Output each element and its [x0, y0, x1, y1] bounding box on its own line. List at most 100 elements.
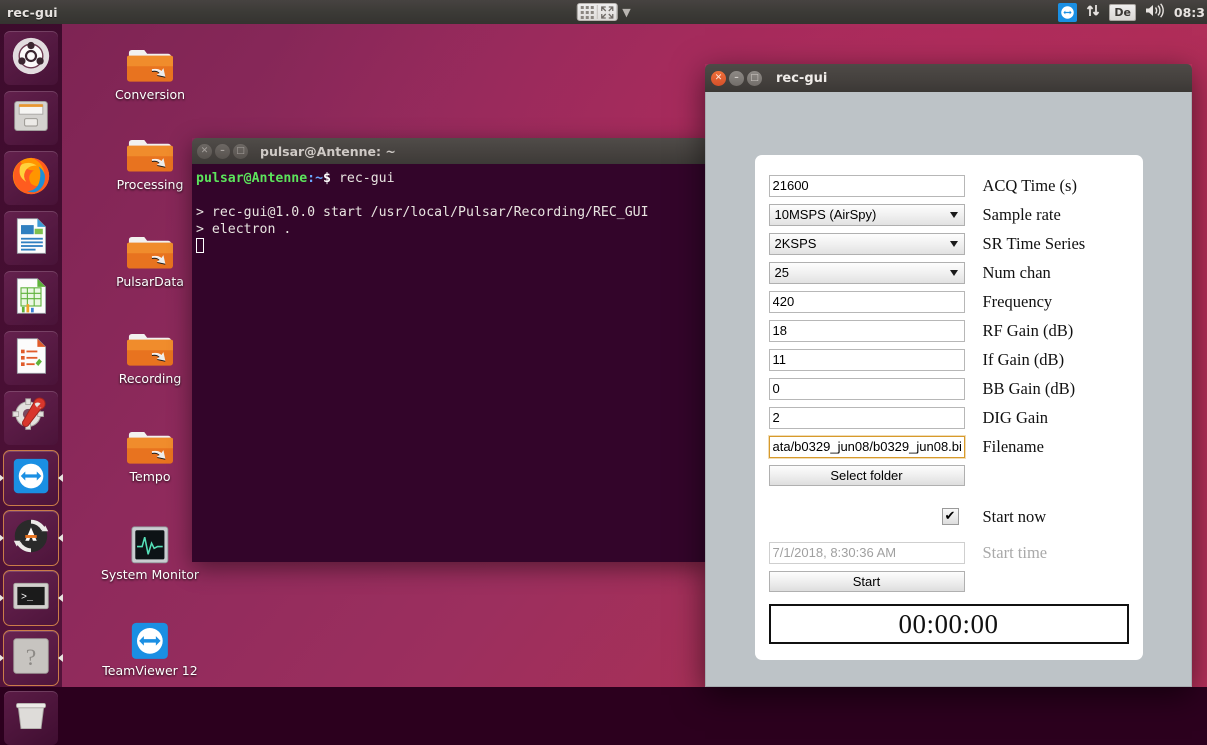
sr-time-series-select[interactable]: 2KSPS	[768, 232, 965, 255]
num-chan-select[interactable]: 25	[768, 261, 965, 284]
running-indicator-left	[0, 654, 4, 662]
bb-gain-control	[768, 377, 967, 400]
recgui-window[interactable]: ✕ – □ rec-gui ACQ Time (s) 10MSPS (AirSp…	[705, 64, 1192, 687]
launcher-item-help[interactable]: ?	[0, 630, 63, 686]
launcher-item-libreoffice-calc[interactable]	[4, 271, 58, 325]
top-panel: rec-gui ▼ De 08:3	[0, 0, 1207, 24]
launcher-item-files[interactable]	[4, 91, 58, 145]
num-chan-selected-value: 25	[774, 265, 789, 280]
terminal-prompt-user: pulsar@Antenne	[196, 171, 308, 186]
start-now-label: Start now	[982, 506, 1047, 526]
filename-input[interactable]	[768, 435, 965, 458]
launcher-item-settings-tools[interactable]	[4, 391, 58, 445]
recgui-minimize-button[interactable]: –	[729, 70, 744, 86]
start-time-control	[768, 541, 967, 564]
bb-gain-row: BB Gain (dB)	[768, 374, 1129, 403]
terminal-cursor	[196, 238, 204, 253]
terminal-titlebar[interactable]: ✕ – □ pulsar@Antenne: ~	[192, 138, 708, 164]
launcher-item-ubuntu-dash[interactable]	[4, 31, 58, 85]
chevron-down-icon	[949, 211, 958, 218]
frequency-input[interactable]	[768, 290, 965, 313]
network-updown-icon[interactable]	[1086, 3, 1100, 21]
terminal-window[interactable]: ✕ – □ pulsar@Antenne: ~ pulsar@Antenne:~…	[192, 138, 708, 562]
launcher-item-trash[interactable]	[4, 691, 58, 745]
document-writer-icon	[11, 216, 51, 260]
dig-gain-control	[768, 406, 967, 429]
terminal-close-button[interactable]: ✕	[197, 143, 212, 159]
sample-rate-select[interactable]: 10MSPS (AirSpy)	[768, 203, 965, 226]
recgui-maximize-button[interactable]: □	[747, 70, 762, 86]
acq-time-control	[768, 174, 967, 197]
if-gain-input[interactable]	[768, 348, 965, 371]
desktop-icon-conversion[interactable]: Conversion	[80, 36, 220, 102]
recgui-close-button[interactable]: ✕	[711, 70, 726, 86]
firefox-icon	[10, 155, 52, 201]
recgui-title: rec-gui	[776, 70, 828, 86]
teamviewer-icon	[80, 612, 220, 660]
recording-timer-display: 00:00:00	[768, 604, 1129, 644]
start-button-row: Start	[768, 567, 1129, 596]
terminal-command: rec-gui	[338, 171, 395, 186]
launcher-item-firefox[interactable]	[4, 151, 58, 205]
unity-launcher: >_ ?	[0, 24, 63, 745]
launcher-item-libreoffice-impress[interactable]	[4, 331, 58, 385]
launcher-item-software-updater[interactable]	[0, 510, 63, 566]
rf-gain-control	[768, 319, 967, 342]
start-time-input[interactable]	[768, 541, 965, 564]
desktop-icon-teamviewer-12[interactable]: TeamViewer 12	[80, 612, 220, 678]
terminal-line-electron: > electron .	[196, 222, 292, 237]
recgui-titlebar[interactable]: ✕ – □ rec-gui	[705, 64, 1192, 92]
sr-time-series-label: SR Time Series	[982, 233, 1086, 253]
trash-icon	[11, 702, 51, 733]
teamviewer-icon[interactable]	[1058, 2, 1078, 22]
terminal-output[interactable]: pulsar@Antenne:~$ rec-gui > rec-gui@1.0.…	[192, 164, 708, 562]
ubuntu-logo-icon	[11, 36, 51, 80]
launcher-item-teamviewer[interactable]	[0, 450, 63, 506]
terminal-prompt-path: :~	[307, 171, 324, 186]
launcher-item-terminal[interactable]: >_	[0, 570, 63, 626]
form-spacer-1	[769, 490, 1129, 502]
start-time-row: Start time	[768, 538, 1129, 567]
recgui-fields-list: ACQ Time (s) 10MSPS (AirSpy) Sample rate…	[768, 171, 1129, 461]
svg-text:?: ?	[26, 645, 37, 671]
filename-label: Filename	[982, 436, 1044, 456]
frequency-control	[768, 290, 967, 313]
sample-rate-control: 10MSPS (AirSpy)	[768, 203, 967, 226]
rf-gain-row: RF Gain (dB)	[768, 316, 1129, 345]
terminal-line-npm: > rec-gui@1.0.0 start /usr/local/Pulsar/…	[196, 205, 649, 220]
dig-gain-label: DIG Gain	[982, 407, 1049, 427]
volume-icon[interactable]	[1145, 3, 1164, 21]
dig-gain-row: DIG Gain	[768, 403, 1129, 432]
panel-center-controls: ▼	[576, 3, 631, 21]
bb-gain-input[interactable]	[768, 377, 965, 400]
panel-app-title[interactable]: rec-gui	[7, 5, 58, 20]
clock[interactable]: 08:3	[1174, 5, 1205, 20]
acq-time-input[interactable]	[768, 174, 965, 197]
start-now-checkbox[interactable]: ✔	[941, 508, 959, 525]
select-folder-button[interactable]: Select folder	[768, 465, 965, 486]
teamviewer-icon	[13, 458, 49, 498]
recgui-form-card: ACQ Time (s) 10MSPS (AirSpy) Sample rate…	[754, 155, 1143, 660]
expand-arrows-icon	[600, 5, 613, 19]
language-indicator[interactable]: De	[1109, 3, 1136, 21]
acq-time-row: ACQ Time (s)	[768, 171, 1129, 200]
dig-gain-input[interactable]	[768, 406, 965, 429]
svg-text:>_: >_	[21, 593, 34, 604]
presentation-impress-icon	[11, 336, 51, 380]
terminal-icon: >_	[11, 576, 51, 620]
workspace-switcher[interactable]	[576, 3, 618, 21]
select-folder-row: Select folder	[768, 461, 1129, 490]
chevron-down-icon[interactable]: ▼	[622, 6, 630, 19]
terminal-maximize-button[interactable]: □	[233, 143, 248, 159]
start-now-control: ✔	[769, 508, 967, 525]
desktop-icon-label: TeamViewer 12	[102, 663, 198, 678]
num-chan-row: 25 Num chan	[768, 258, 1129, 287]
terminal-minimize-button[interactable]: –	[215, 143, 230, 159]
sr-time-series-row: 2KSPS SR Time Series	[768, 229, 1129, 258]
start-button[interactable]: Start	[768, 571, 965, 592]
if-gain-row: If Gain (dB)	[768, 345, 1129, 374]
sample-rate-selected-value: 10MSPS (AirSpy)	[774, 207, 877, 222]
rf-gain-input[interactable]	[768, 319, 965, 342]
launcher-item-libreoffice-writer[interactable]	[4, 211, 58, 265]
